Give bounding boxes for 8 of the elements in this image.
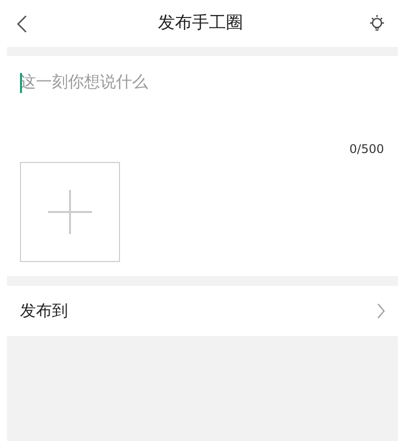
plus-icon (48, 190, 92, 234)
publish-to-row[interactable]: 发布到 (0, 286, 405, 336)
character-counter: 0/500 (349, 141, 384, 158)
chevron-right-icon (377, 303, 385, 319)
page-title: 发布手工圈 (158, 12, 243, 35)
chevron-left-icon (16, 14, 28, 34)
text-cursor (20, 73, 22, 93)
post-text-field[interactable]: 这一刻你想说什么 (20, 70, 385, 130)
